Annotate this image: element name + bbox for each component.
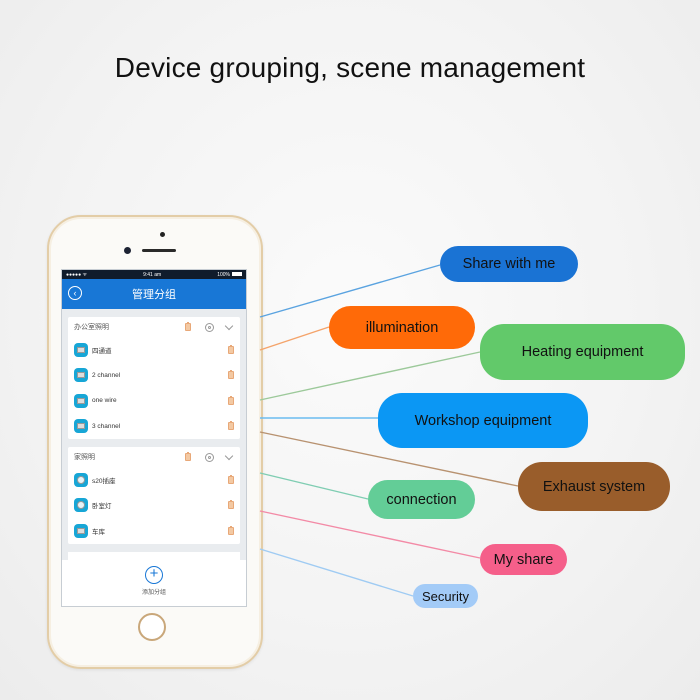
category-label: Workshop equipment [414,412,552,429]
category-pill-exhaust-system: Exhaust system [518,462,670,511]
category-pill-my-share: My share [480,544,567,575]
category-label: Exhaust system [542,478,646,495]
category-label: connection [386,491,457,508]
connector-line [259,326,330,351]
category-label: Share with me [462,256,556,272]
category-pill-connection: connection [368,480,475,519]
category-label: illumination [365,319,439,336]
category-label: Heating equipment [521,344,644,360]
category-pill-illumination: illumination [329,306,475,349]
category-pill-heating-equipment: Heating equipment [480,324,685,380]
category-label: Security [422,588,469,604]
category-pill-share-with-me: Share with me [440,246,578,282]
connector-line [259,472,369,500]
category-pill-workshop-equipment: Workshop equipment [378,393,588,448]
category-label: My share [493,551,554,568]
connector-line [259,548,414,597]
category-pill-security: Security [413,584,478,608]
